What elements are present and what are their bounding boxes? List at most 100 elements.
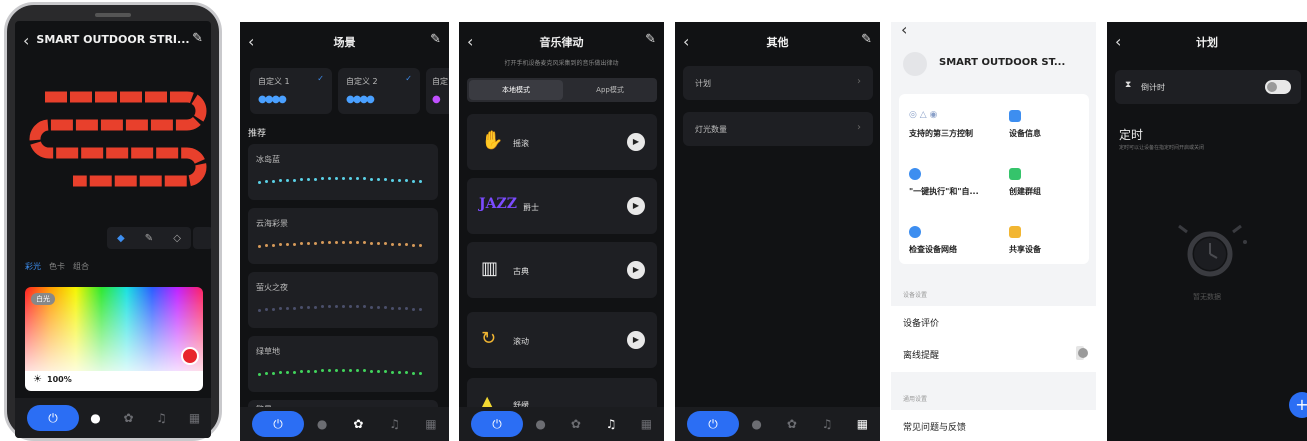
one-click-automation-item[interactable]: "一键执行"和"自... [909, 168, 979, 197]
page-title: SMART OUTDOOR STRI... [36, 33, 190, 46]
custom-scene-1[interactable]: 自定义 1 ✓ ●●●● [250, 68, 332, 114]
music-mode-card[interactable]: ✋ 摇滚 ▶ [467, 114, 657, 170]
page-title: 计划 [1196, 36, 1218, 49]
row-label: 计划 [695, 79, 711, 88]
scene-dot [412, 307, 415, 311]
custom-scene-3[interactable]: 自定 ● [426, 68, 449, 114]
scene-card[interactable]: 绿草地 [248, 336, 438, 392]
nav-music-icon[interactable]: ♫ [810, 417, 845, 431]
nav-scene-icon[interactable]: ✿ [112, 411, 145, 425]
scene-dot [258, 373, 261, 376]
header: ‹ SMART OUTDOOR STRI... ✎ [15, 27, 211, 55]
power-button[interactable]: ⏻ [27, 405, 79, 431]
nav-more-icon[interactable]: ▦ [413, 417, 449, 431]
mode-label: 摇滚 [513, 139, 529, 148]
grid-item-label: "一键执行"和"自... [909, 187, 979, 196]
nav-scene-icon[interactable]: ✿ [774, 417, 809, 431]
nav-music-icon[interactable]: ♫ [377, 417, 413, 431]
nav-more-icon[interactable]: ▦ [845, 417, 880, 431]
nav-light-icon[interactable]: ● [304, 417, 340, 431]
edit-icon[interactable]: ✎ [645, 32, 656, 47]
add-plan-button[interactable]: + [1289, 392, 1307, 418]
scene-dot [377, 369, 380, 373]
brush-icon[interactable]: ✎ [145, 233, 153, 244]
scene-dot [384, 178, 387, 182]
tab-colour-light[interactable]: 彩光 [25, 261, 41, 272]
offline-reminder-row[interactable]: 离线提醒 [903, 348, 939, 361]
scene-dot [307, 305, 310, 309]
tab-app-mode[interactable]: App模式 [563, 80, 657, 100]
scene-dot [286, 307, 289, 310]
paint-bucket-icon[interactable]: ◆ [117, 233, 125, 244]
share-device-item[interactable]: 共享设备 [1009, 226, 1041, 255]
tab-local-mode[interactable]: 本地模式 [469, 80, 563, 100]
nav-scene-icon[interactable]: ✿ [340, 417, 376, 431]
color-tabs: 彩光 色卡 组合 [25, 261, 89, 272]
music-mode-card[interactable]: ▥ 古典 ▶ [467, 242, 657, 298]
edit-icon[interactable]: ✎ [192, 31, 203, 46]
check-network-item[interactable]: 检查设备网络 [909, 226, 957, 255]
device-settings-screen: ‹ SMART OUTDOOR ST... ◎ △ ◉ 支持的第三方控制 设备信… [891, 22, 1096, 441]
play-icon[interactable]: ▶ [627, 261, 645, 279]
power-button[interactable]: ⏻ [471, 411, 523, 437]
custom-scene-2[interactable]: 自定义 2 ✓ ●●●● [338, 68, 420, 114]
scene-dot [412, 243, 415, 247]
play-icon[interactable]: ▶ [627, 133, 645, 151]
create-group-item[interactable]: 创建群组 [1009, 168, 1041, 197]
faq-feedback-row[interactable]: 常见问题与反馈 [903, 420, 966, 433]
power-button[interactable]: ⏻ [252, 411, 304, 437]
white-light-tag[interactable]: 白光 [31, 293, 55, 305]
jazz-icon: JAZZ [479, 196, 517, 212]
music-mode-card[interactable]: ↻ 滚动 ▶ [467, 312, 657, 368]
nav-music-icon[interactable]: ♫ [145, 411, 178, 425]
automation-check-icon [909, 168, 921, 180]
power-button[interactable]: ⏻ [687, 411, 739, 437]
plan-row[interactable]: 计划 › [683, 66, 873, 100]
bottom-nav: ⏻ ● ✿ ♫ ▦ [15, 398, 211, 438]
device-settings-list: 设备评价 离线提醒 [891, 306, 1096, 372]
scene-card[interactable]: 萤火之夜 [248, 272, 438, 328]
scene-dot [279, 179, 282, 183]
nav-light-icon[interactable]: ● [739, 417, 774, 431]
scene-dot [328, 241, 331, 245]
scene-dot [265, 244, 268, 248]
nav-more-icon[interactable]: ▦ [178, 411, 211, 425]
scene-card[interactable]: 冰岛蓝 [248, 144, 438, 200]
back-icon[interactable]: ‹ [901, 22, 907, 39]
eraser-icon[interactable]: ◇ [173, 233, 181, 244]
play-icon[interactable]: ▶ [627, 197, 645, 215]
scene-dot [377, 241, 380, 245]
tab-combination[interactable]: 组合 [73, 261, 89, 272]
scene-card[interactable]: 云海彩景 [248, 208, 438, 264]
nav-music-icon[interactable]: ♫ [594, 417, 629, 431]
device-review-row[interactable]: 设备评价 [903, 316, 939, 329]
scene-dot [286, 243, 289, 246]
scene-dot [391, 178, 394, 182]
offline-reminder-toggle[interactable] [1076, 346, 1088, 360]
nav-more-icon[interactable]: ▦ [629, 417, 664, 431]
nav-light-icon[interactable]: ● [523, 417, 558, 431]
scene-dots [258, 304, 428, 316]
colour-picker[interactable]: 白光 [25, 287, 203, 371]
scene-dot [412, 179, 415, 183]
device-icon [903, 52, 927, 76]
scene-dot [342, 241, 345, 244]
bottom-nav: ⏻ ● ✿ ♫ ▦ [240, 407, 449, 441]
countdown-row[interactable]: ⧗ 倒计时 [1115, 70, 1301, 104]
header: ‹ 其他 ✎ [675, 28, 880, 56]
music-mode-card[interactable]: JAZZ 爵士 ▶ [467, 178, 657, 234]
light-count-row[interactable]: 灯光数量 › [683, 112, 873, 146]
tab-colour-card[interactable]: 色卡 [49, 261, 65, 272]
nav-light-icon[interactable]: ● [79, 411, 112, 425]
device-info-item[interactable]: 设备信息 [1009, 110, 1041, 139]
tool-extra[interactable] [193, 227, 211, 249]
nav-scene-icon[interactable]: ✿ [558, 417, 593, 431]
edit-icon[interactable]: ✎ [430, 32, 441, 47]
edit-icon[interactable]: ✎ [861, 32, 872, 47]
brightness-bar[interactable]: ☀ 100% [25, 371, 203, 391]
countdown-toggle[interactable] [1265, 80, 1291, 94]
picker-handle[interactable] [181, 347, 199, 365]
third-party-control-item[interactable]: ◎ △ ◉ 支持的第三方控制 [909, 110, 973, 139]
play-icon[interactable]: ▶ [627, 331, 645, 349]
page-title: 场景 [333, 36, 356, 49]
